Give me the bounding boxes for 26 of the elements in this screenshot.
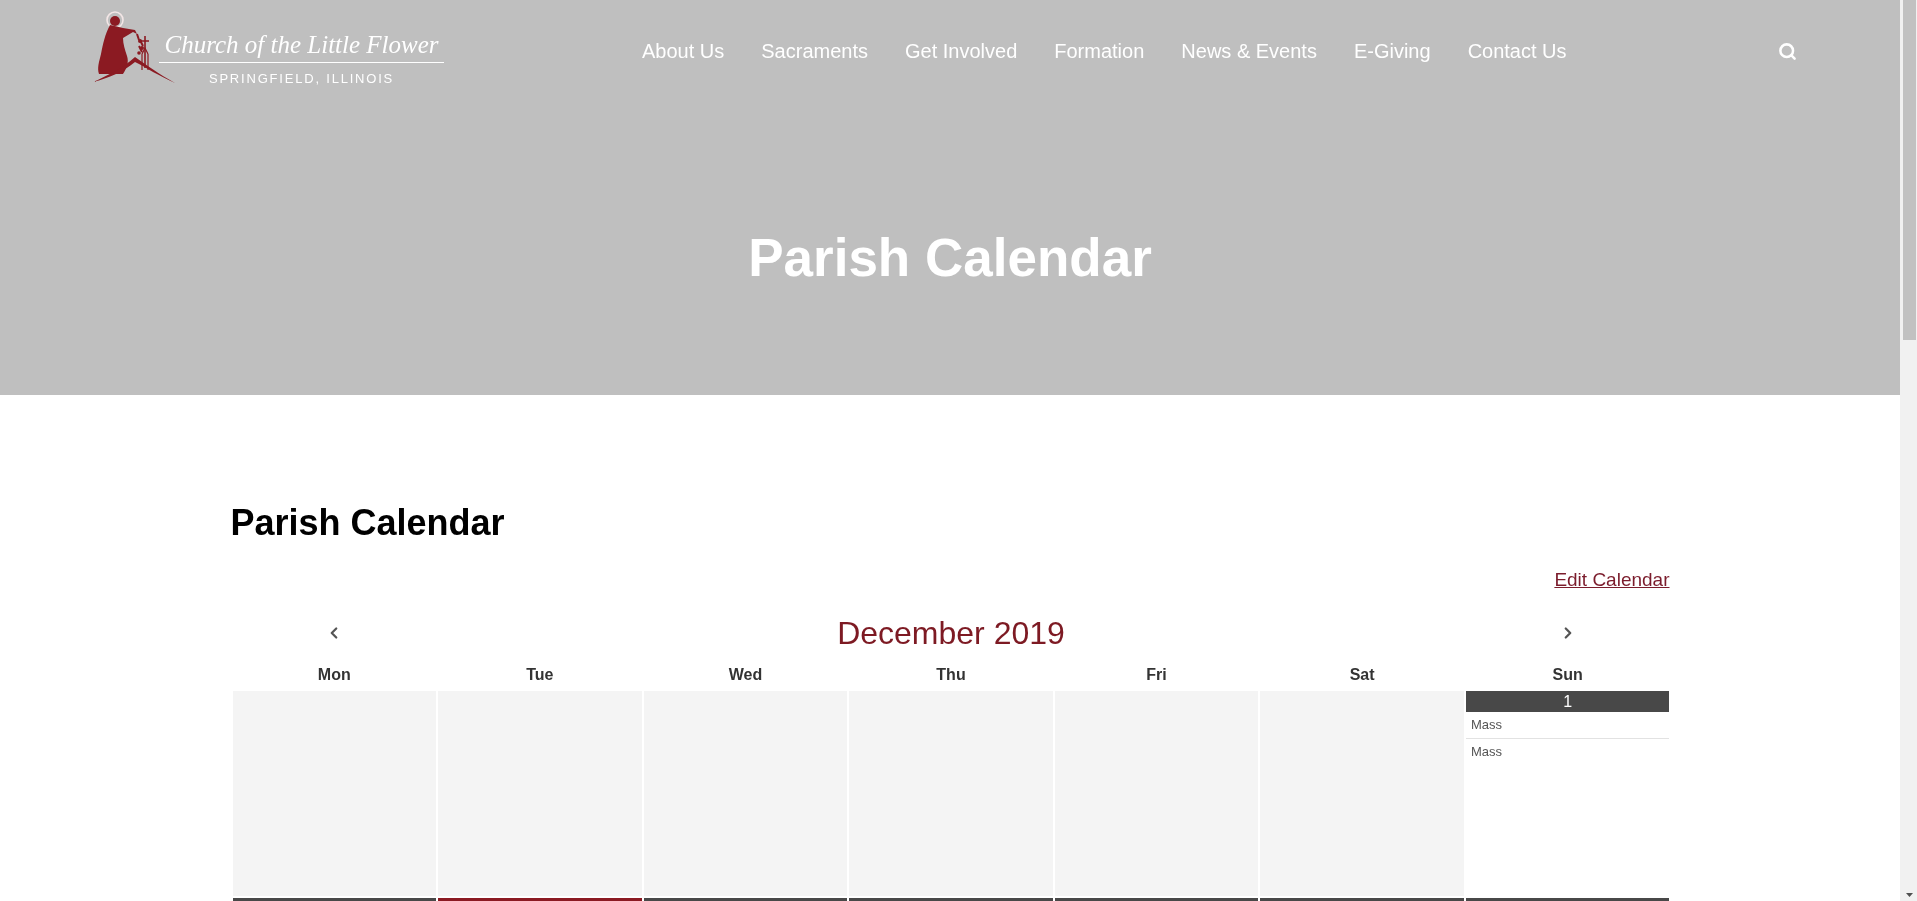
weekday-label: Fri [1146, 665, 1167, 685]
hero-title: Parish Calendar [748, 227, 1152, 289]
edit-calendar-link[interactable]: Edit Calendar [1554, 568, 1670, 592]
nav-link[interactable]: Get Involved [905, 39, 1018, 63]
weekday-label: Thu [936, 665, 966, 685]
page-heading: Parish Calendar [230, 501, 505, 545]
logo-subtitle: SPRINGFIELD, ILLINOIS [208, 71, 395, 87]
scrollbar-thumb[interactable] [1903, 0, 1916, 340]
weekday-label: Sun [1552, 665, 1583, 685]
day-number-header: 1 [1465, 691, 1670, 712]
nav-link[interactable]: Contact Us [1467, 39, 1567, 63]
nav-link[interactable]: Formation [1054, 39, 1145, 63]
search-icon [1777, 41, 1797, 61]
weekday-label: Tue [526, 665, 554, 685]
weekday-label: Sat [1349, 665, 1375, 685]
scroll-down-arrow-icon[interactable] [1906, 893, 1913, 897]
nav-link[interactable]: Sacraments [761, 39, 868, 63]
calendar-event[interactable]: Mass [1465, 712, 1670, 738]
nav-link[interactable]: E-Giving [1353, 39, 1431, 63]
weekday-label: Mon [317, 665, 351, 685]
calendar-event[interactable]: Mass [1465, 738, 1670, 765]
logo-title: Church of the Little Flower [164, 30, 439, 60]
weekday-label: Wed [728, 665, 763, 685]
nav-link[interactable]: About Us [642, 39, 725, 63]
nav-link[interactable]: News & Events [1181, 39, 1317, 63]
month-title: December 2019 [837, 614, 1065, 653]
